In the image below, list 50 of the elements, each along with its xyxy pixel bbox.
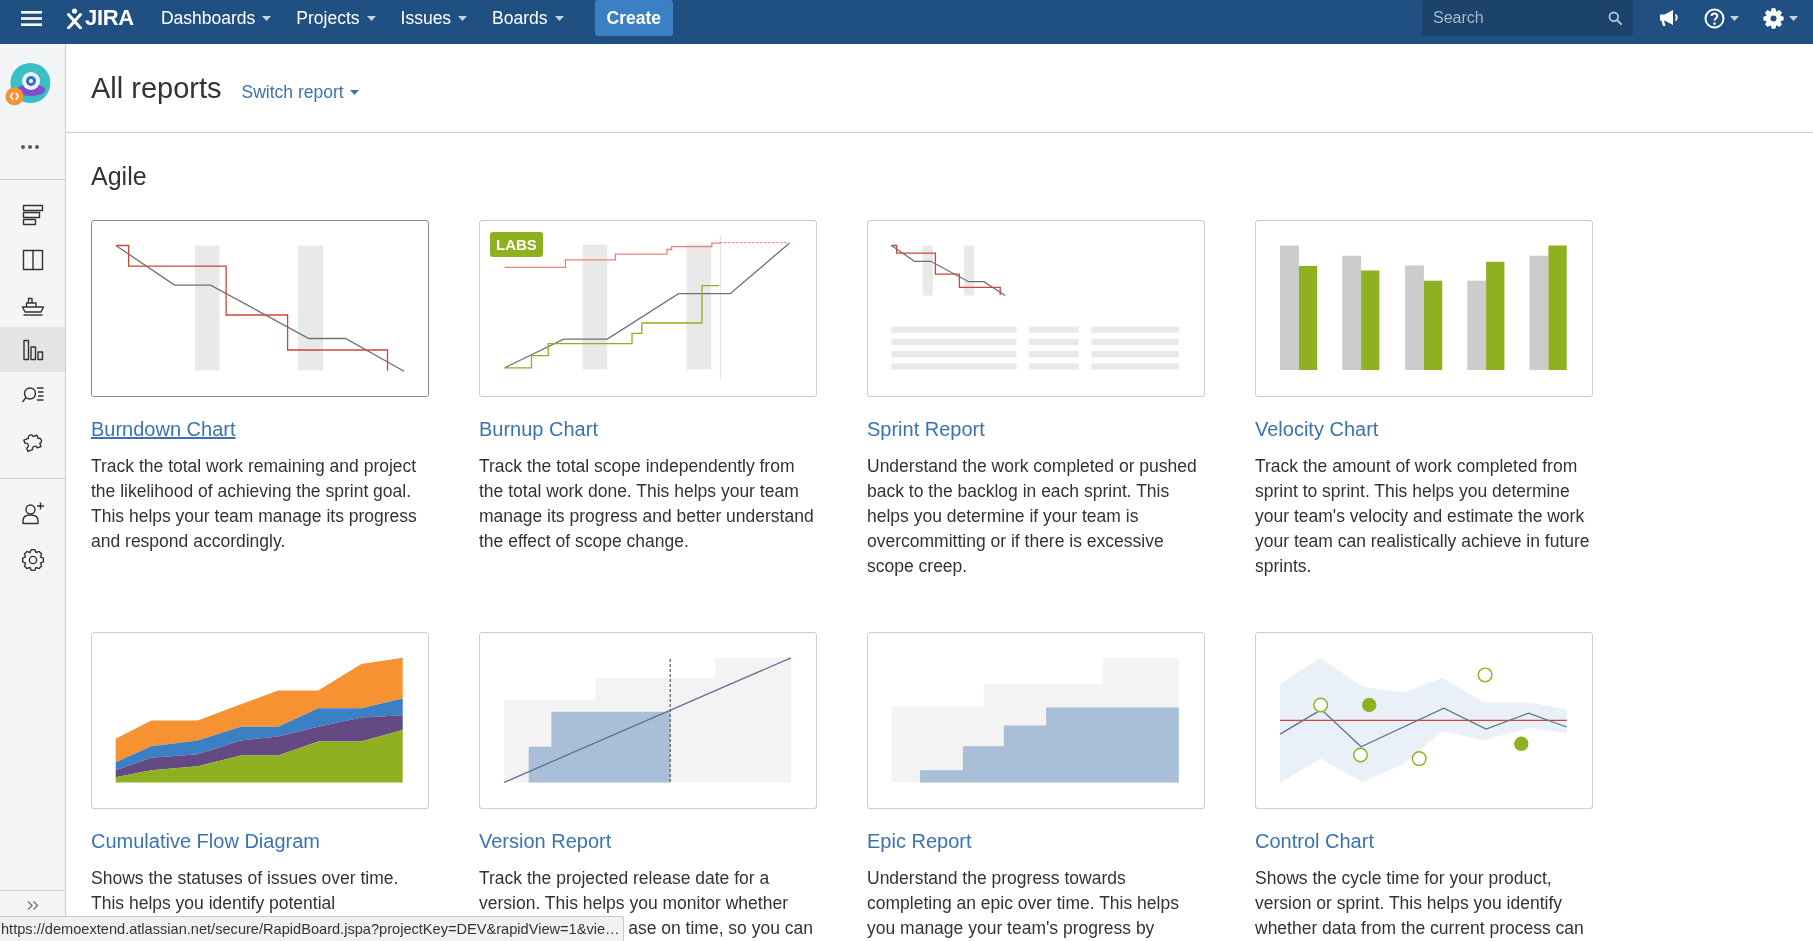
report-title-link[interactable]: Burnup Chart	[479, 417, 598, 441]
search-field[interactable]: Search	[1422, 0, 1633, 36]
project-avatar-icon[interactable]	[5, 60, 52, 107]
add-user-icon	[20, 500, 45, 525]
search-icon	[1608, 11, 1622, 25]
report-description: Understand the work completed or pushed back to the backlog in each sprint. This helps you determine if your team is overcommitting or if there is excessive scope creep.	[867, 455, 1197, 578]
menu-icon[interactable]	[21, 10, 42, 26]
report-description: Track the amount of work completed from sprint to sprint. This helps you determine your team's velocity and estimate the work your team can realistically achieve in future sprints.	[1255, 455, 1590, 578]
caret-icon	[349, 89, 359, 95]
columns-icon	[20, 247, 45, 272]
report-title-link[interactable]: Burndown Chart	[91, 417, 236, 441]
report-description: Track the total scope independently from the total work done. This helps your team manage its progress and better understand the effect of scope change.	[479, 455, 814, 553]
settings-icon[interactable]	[1763, 7, 1784, 29]
caret-icon	[554, 15, 564, 21]
stacked-rows-icon	[20, 202, 45, 227]
caret-icon	[262, 15, 272, 21]
report-description: Understand the progress towards completing an epic over time. This helps you manage your team's progress by	[867, 867, 1179, 940]
caret-icon	[1789, 15, 1798, 21]
report-title-link[interactable]: Cumulative Flow Diagram	[91, 829, 320, 853]
nav-menu-item[interactable]: Issues	[400, 7, 468, 29]
create-button[interactable]: Create	[594, 0, 674, 36]
bar-chart-icon	[20, 337, 45, 362]
caret-icon	[366, 15, 376, 21]
report-title-link[interactable]: Epic Report	[867, 829, 972, 853]
switch-report-link[interactable]: Switch report	[241, 81, 359, 103]
help-icon[interactable]	[1704, 7, 1725, 29]
nav-menu-item[interactable]: Dashboards	[160, 7, 272, 29]
logo-icon[interactable]	[67, 7, 82, 29]
nav-menu-item[interactable]: Boards	[492, 7, 564, 29]
more-icon[interactable]	[21, 145, 39, 149]
megaphone-icon[interactable]	[1659, 8, 1680, 28]
labs-badge: LABS	[490, 232, 543, 257]
report-title-link[interactable]: Sprint Report	[867, 417, 985, 441]
report-description: Shows the cycle time for your product, version or sprint. This helps you identify whether data from the current process can	[1255, 867, 1584, 940]
report-description: Shows the statuses of issues over time. This helps you identify potential	[91, 867, 399, 915]
report-title-link[interactable]: Version Report	[479, 829, 612, 853]
collapse-icon[interactable]	[26, 901, 39, 910]
report-description-fragment: ase on time, so you can	[628, 917, 813, 940]
section-heading: Agile	[91, 161, 147, 191]
caret-icon	[1730, 15, 1739, 21]
report-title-link[interactable]: Control Chart	[1255, 829, 1374, 853]
page-title: All reports	[91, 71, 222, 105]
product-name[interactable]: JIRA	[85, 5, 134, 31]
sidebar-item[interactable]	[0, 327, 65, 372]
report-description: Track the total work remaining and project the likelihood of achieving the sprint goal. This helps your team manage its progress and respond accordingly.	[91, 455, 417, 553]
nav-menu-item[interactable]: Projects	[296, 7, 376, 29]
caret-icon	[458, 15, 468, 21]
status-url: https://demoextend.atlassian.net/secure/RapidBoard.jspa?projectKey=DEV&rapidView=1&vie…	[0, 916, 624, 941]
settings-icon	[20, 547, 45, 572]
report-title-link[interactable]: Velocity Chart	[1255, 417, 1379, 441]
